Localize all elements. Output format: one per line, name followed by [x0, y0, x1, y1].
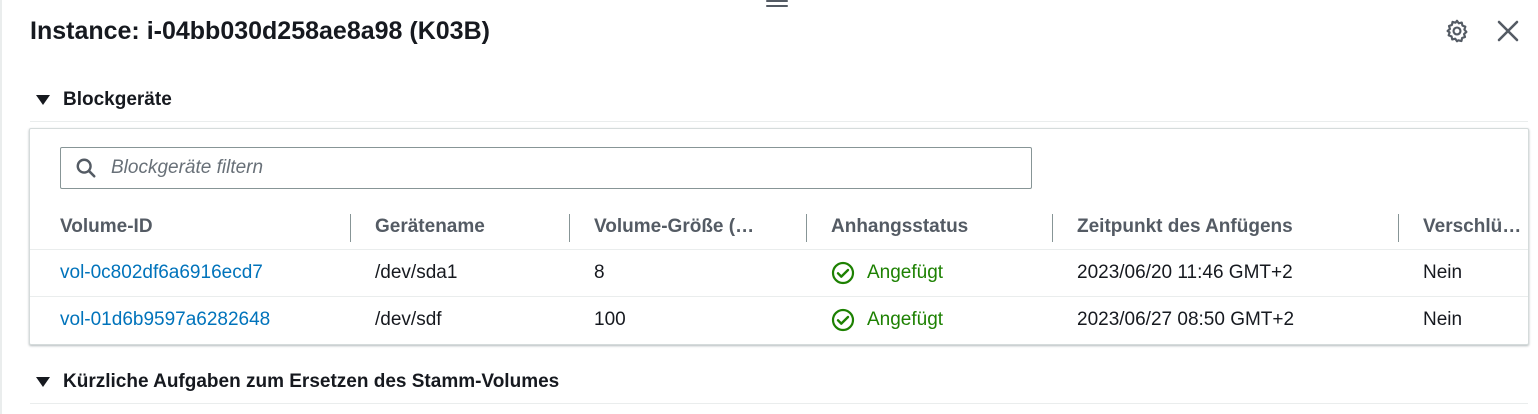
- check-circle-icon: [831, 308, 855, 332]
- section-title-replace-root-tasks: Kürzliche Aufgaben zum Ersetzen des Stam…: [63, 371, 560, 392]
- search-icon: [75, 157, 97, 179]
- attach-time: 2023/06/27 08:50 GMT+2: [1077, 309, 1295, 330]
- check-circle-icon: [831, 261, 855, 285]
- page-title: Instance: i-04bb030d258ae8a98 (K03B): [30, 17, 490, 45]
- section-title-block-devices: Blockgeräte: [63, 89, 172, 110]
- attach-time: 2023/06/20 11:46 GMT+2: [1077, 262, 1293, 283]
- panel-left-border: [0, 0, 2, 414]
- device-name: /dev/sdf: [375, 309, 442, 330]
- volume-id-link[interactable]: vol-01d6b9597a6282648: [60, 309, 270, 331]
- volume-size: 100: [594, 309, 626, 330]
- column-header-volume-id[interactable]: Volume-ID: [30, 205, 351, 250]
- volume-size: 8: [594, 262, 605, 283]
- close-button[interactable]: [1493, 16, 1523, 46]
- volume-id-link[interactable]: vol-0c802df6a6916ecd7: [60, 262, 263, 284]
- column-header-encrypted[interactable]: Verschlüs…: [1399, 205, 1528, 250]
- table-header-row: Volume-ID Gerätename Volume-Größe (… Anh…: [30, 205, 1528, 250]
- status-badge: Angefügt: [831, 308, 943, 332]
- column-header-volume-size[interactable]: Volume-Größe (…: [570, 205, 807, 250]
- device-name: /dev/sda1: [375, 262, 458, 283]
- table-row: vol-0c802df6a6916ecd7 /dev/sda1 8 Angefü…: [30, 249, 1528, 297]
- search-field[interactable]: [60, 147, 1032, 189]
- status-badge: Angefügt: [831, 261, 943, 285]
- caret-down-icon: [36, 95, 50, 105]
- section-divider: [30, 121, 1528, 122]
- close-icon: [1497, 20, 1519, 42]
- section-toggle-block-devices[interactable]: Blockgeräte: [36, 89, 172, 111]
- column-header-attachment-status[interactable]: Anhangsstatus: [807, 205, 1053, 250]
- column-header-attach-time[interactable]: Zeitpunkt des Anfügens: [1053, 205, 1399, 250]
- block-devices-table: Volume-ID Gerätename Volume-Größe (… Anh…: [30, 205, 1528, 343]
- table-row: vol-01d6b9597a6282648 /dev/sdf 100 Angef…: [30, 297, 1528, 344]
- status-label: Angefügt: [867, 262, 944, 283]
- caret-down-icon: [36, 377, 50, 387]
- column-header-device-name[interactable]: Gerätename: [351, 205, 570, 250]
- section-divider: [30, 403, 1528, 404]
- encrypted-value: Nein: [1423, 309, 1463, 330]
- encrypted-value: Nein: [1423, 262, 1463, 283]
- gear-icon: [1446, 19, 1468, 43]
- section-toggle-replace-root-tasks[interactable]: Kürzliche Aufgaben zum Ersetzen des Stam…: [36, 371, 559, 393]
- status-label: Angefügt: [867, 309, 944, 330]
- search-input[interactable]: [109, 156, 1031, 180]
- settings-button[interactable]: [1442, 16, 1472, 46]
- block-devices-panel: Volume-ID Gerätename Volume-Größe (… Anh…: [29, 128, 1529, 345]
- drag-handle-icon[interactable]: [766, 0, 788, 12]
